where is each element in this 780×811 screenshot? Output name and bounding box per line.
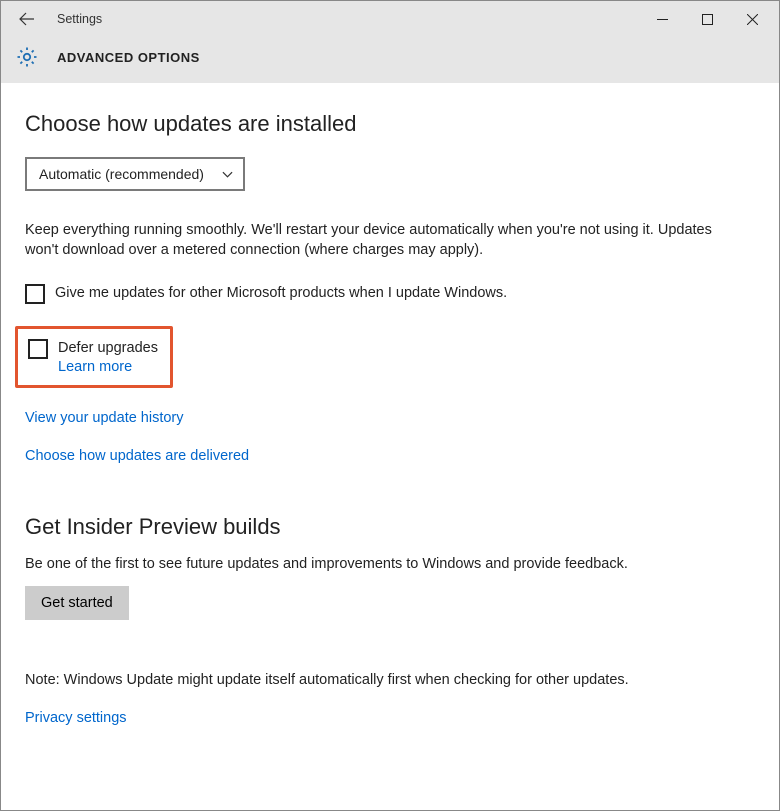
minimize-icon: [657, 14, 668, 25]
content-area: Choose how updates are installed Automat…: [1, 83, 779, 746]
minimize-button[interactable]: [640, 1, 685, 37]
update-note: Note: Windows Update might update itself…: [25, 672, 759, 688]
section-heading-updates: Choose how updates are installed: [25, 111, 759, 137]
checkbox-defer-upgrades-label: Defer upgrades: [58, 339, 158, 358]
defer-upgrades-highlight: Defer upgrades Learn more: [15, 326, 173, 388]
insider-description: Be one of the first to see future update…: [25, 556, 759, 572]
checkbox-other-products-row: Give me updates for other Microsoft prod…: [25, 284, 759, 304]
view-history-link[interactable]: View your update history: [25, 410, 759, 426]
checkbox-other-products[interactable]: [25, 284, 45, 304]
maximize-button[interactable]: [685, 1, 730, 37]
close-button[interactable]: [730, 1, 775, 37]
learn-more-link[interactable]: Learn more: [58, 359, 158, 375]
titlebar: Settings: [1, 1, 779, 37]
install-method-dropdown[interactable]: Automatic (recommended): [25, 157, 245, 191]
checkbox-other-products-label: Give me updates for other Microsoft prod…: [55, 284, 507, 303]
gear-icon: [15, 45, 39, 69]
install-description: Keep everything running smoothly. We'll …: [25, 221, 745, 260]
back-arrow-icon: [19, 11, 35, 27]
window-controls: [640, 1, 775, 37]
choose-delivery-link[interactable]: Choose how updates are delivered: [25, 448, 759, 464]
section-heading-insider: Get Insider Preview builds: [25, 514, 759, 540]
privacy-settings-link[interactable]: Privacy settings: [25, 710, 759, 726]
window-title: Settings: [57, 12, 640, 26]
insider-section: Get Insider Preview builds Be one of the…: [25, 514, 759, 620]
back-button[interactable]: [5, 1, 49, 37]
close-icon: [747, 14, 758, 25]
page-title: ADVANCED OPTIONS: [57, 50, 200, 65]
maximize-icon: [702, 14, 713, 25]
checkbox-defer-upgrades[interactable]: [28, 339, 48, 359]
dropdown-value: Automatic (recommended): [39, 166, 204, 182]
get-started-button[interactable]: Get started: [25, 586, 129, 620]
subheader: ADVANCED OPTIONS: [1, 37, 779, 83]
chevron-down-icon: [222, 169, 233, 180]
